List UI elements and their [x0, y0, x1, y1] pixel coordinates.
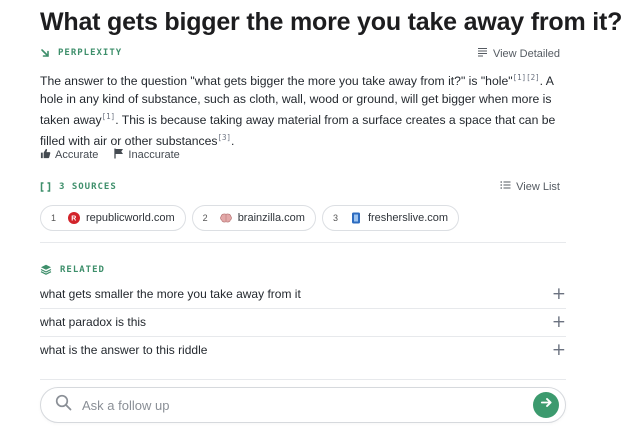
answer-section-label: PERPLEXITY	[58, 48, 123, 58]
accurate-button[interactable]: Accurate	[40, 148, 98, 162]
related-item-text: what paradox is this	[40, 315, 147, 329]
plus-icon[interactable]: +	[552, 285, 566, 303]
view-list-button[interactable]: View List	[500, 180, 560, 193]
sources-section-label: 3 SOURCES	[59, 182, 117, 192]
text-lines-icon	[477, 47, 488, 60]
citation-marker[interactable]: [1]	[102, 112, 116, 121]
thumbs-up-icon	[40, 148, 51, 162]
send-button[interactable]	[533, 392, 559, 418]
related-item[interactable]: what paradox is this +	[40, 308, 566, 336]
related-item-text: what gets smaller the more you take away…	[40, 287, 301, 301]
source-list: 1 R republicworld.com 2 brainzilla.com 3…	[40, 205, 460, 231]
related-item[interactable]: what is the answer to this riddle +	[40, 336, 566, 364]
brain-favicon-icon	[219, 212, 232, 224]
source-domain: brainzilla.com	[237, 212, 305, 224]
page-title: What gets bigger the more you take away …	[40, 8, 623, 36]
answer-section-header: PERPLEXITY	[40, 48, 122, 58]
accurate-label: Accurate	[55, 149, 99, 161]
flag-icon	[114, 148, 124, 162]
citation-marker[interactable]: [1][2]	[513, 73, 540, 82]
answer-text-part: . This is because taking away material f…	[40, 113, 556, 149]
view-detailed-button[interactable]: View Detailed	[477, 47, 560, 60]
source-number: 3	[332, 213, 338, 223]
fresherslive-favicon-icon	[350, 212, 362, 224]
source-number: 1	[51, 213, 57, 223]
related-section-label: RELATED	[60, 264, 105, 275]
plus-icon[interactable]: +	[552, 341, 566, 359]
source-number: 2	[202, 213, 208, 223]
inaccurate-label: Inaccurate	[128, 149, 180, 161]
send-arrow-icon	[540, 396, 553, 414]
source-chip[interactable]: 3 fresherslive.com	[321, 205, 460, 231]
svg-text:R: R	[71, 216, 76, 222]
layers-icon	[40, 264, 52, 275]
section-divider	[40, 242, 566, 243]
answer-text-part: .	[231, 134, 235, 149]
sources-section-header: 3 SOURCES	[40, 182, 117, 192]
brackets-icon	[40, 182, 51, 192]
list-icon	[500, 180, 511, 193]
arrow-down-right-icon	[40, 48, 50, 58]
inaccurate-button[interactable]: Inaccurate	[114, 148, 180, 162]
section-divider	[40, 379, 566, 380]
followup-bar	[40, 387, 566, 423]
source-chip[interactable]: 2 brainzilla.com	[191, 205, 316, 231]
source-domain: republicworld.com	[86, 212, 175, 224]
source-chip[interactable]: 1 R republicworld.com	[40, 205, 186, 231]
answer-text: The answer to the question "what gets bi…	[40, 69, 568, 150]
republicworld-favicon-icon: R	[68, 212, 81, 224]
answer-text-part: The answer to the question "what gets bi…	[40, 74, 513, 89]
related-section-header: RELATED	[40, 264, 105, 275]
plus-icon[interactable]: +	[552, 313, 566, 331]
feedback-bar: Accurate Inaccurate	[40, 148, 180, 162]
view-list-label: View List	[516, 180, 560, 193]
view-detailed-label: View Detailed	[492, 47, 560, 60]
search-icon	[55, 394, 72, 416]
source-domain: fresherslive.com	[367, 212, 449, 224]
citation-marker[interactable]: [3]	[217, 133, 231, 142]
related-item[interactable]: what gets smaller the more you take away…	[40, 280, 566, 308]
related-item-text: what is the answer to this riddle	[40, 343, 208, 357]
followup-input[interactable]	[82, 397, 533, 413]
